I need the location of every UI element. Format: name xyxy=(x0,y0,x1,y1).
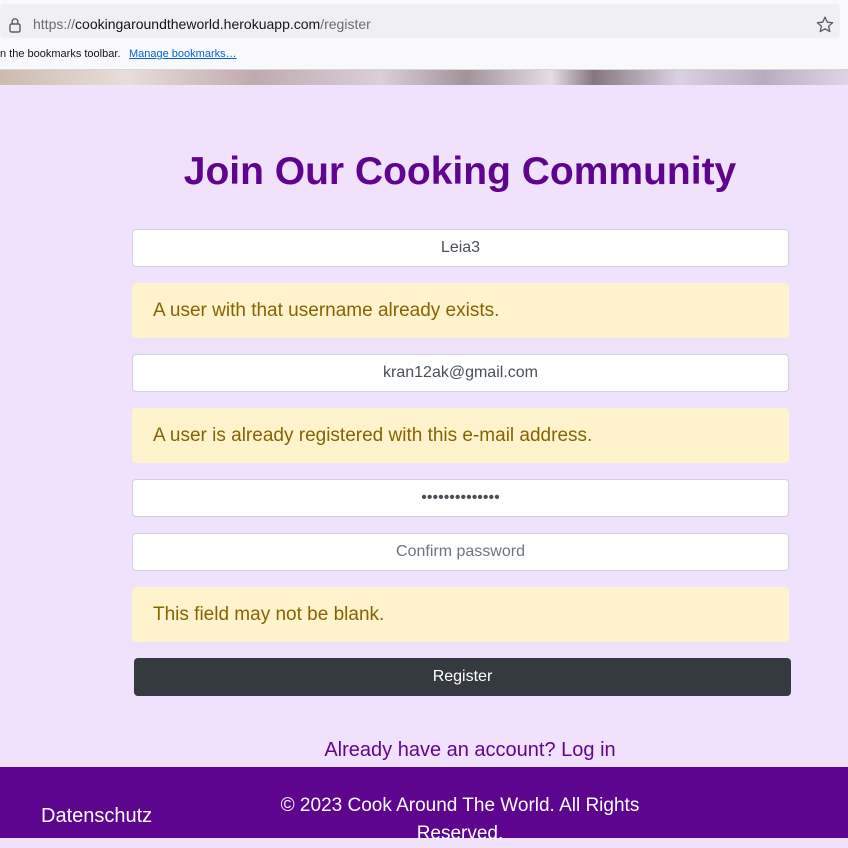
login-link[interactable]: Log in xyxy=(561,739,616,761)
bookmark-star-icon[interactable] xyxy=(815,15,835,35)
confirm-password-input[interactable] xyxy=(132,533,789,571)
privacy-link[interactable]: Datenschutz xyxy=(41,805,152,828)
address-bar[interactable]: https://cookingaroundtheworld.herokuapp.… xyxy=(0,4,840,38)
username-error-alert: A user with that username already exists… xyxy=(132,283,789,338)
register-button[interactable]: Register xyxy=(134,658,791,696)
username-input[interactable] xyxy=(132,229,789,267)
login-prompt-text: Already have an account? xyxy=(324,739,562,761)
url-scheme: https:// xyxy=(33,16,76,32)
email-input[interactable] xyxy=(132,354,789,392)
lock-icon xyxy=(9,18,21,33)
confirm-password-error-alert: This field may not be blank. xyxy=(132,587,789,642)
bookmarks-toolbar: n the bookmarks toolbar. Manage bookmark… xyxy=(0,42,848,70)
url-text[interactable]: https://cookingaroundtheworld.herokuapp.… xyxy=(33,16,371,32)
copyright-text: © 2023 Cook Around The World. All Rights… xyxy=(280,795,640,844)
url-path: /register xyxy=(320,16,371,32)
url-domain: cookingaroundtheworld.herokuapp.com xyxy=(75,16,321,32)
hero-image-strip xyxy=(0,70,848,85)
browser-toolbar: https://cookingaroundtheworld.herokuapp.… xyxy=(0,0,848,42)
password-input[interactable] xyxy=(132,479,789,517)
login-prompt: Already have an account? Log in xyxy=(0,739,848,762)
email-error-alert: A user is already registered with this e… xyxy=(132,408,789,463)
bookmarks-message: n the bookmarks toolbar. xyxy=(0,48,121,60)
page-title: Join Our Cooking Community xyxy=(183,150,737,193)
manage-bookmarks-link[interactable]: Manage bookmarks… xyxy=(129,48,237,60)
footer: Datenschutz © 2023 Cook Around The World… xyxy=(0,767,848,844)
